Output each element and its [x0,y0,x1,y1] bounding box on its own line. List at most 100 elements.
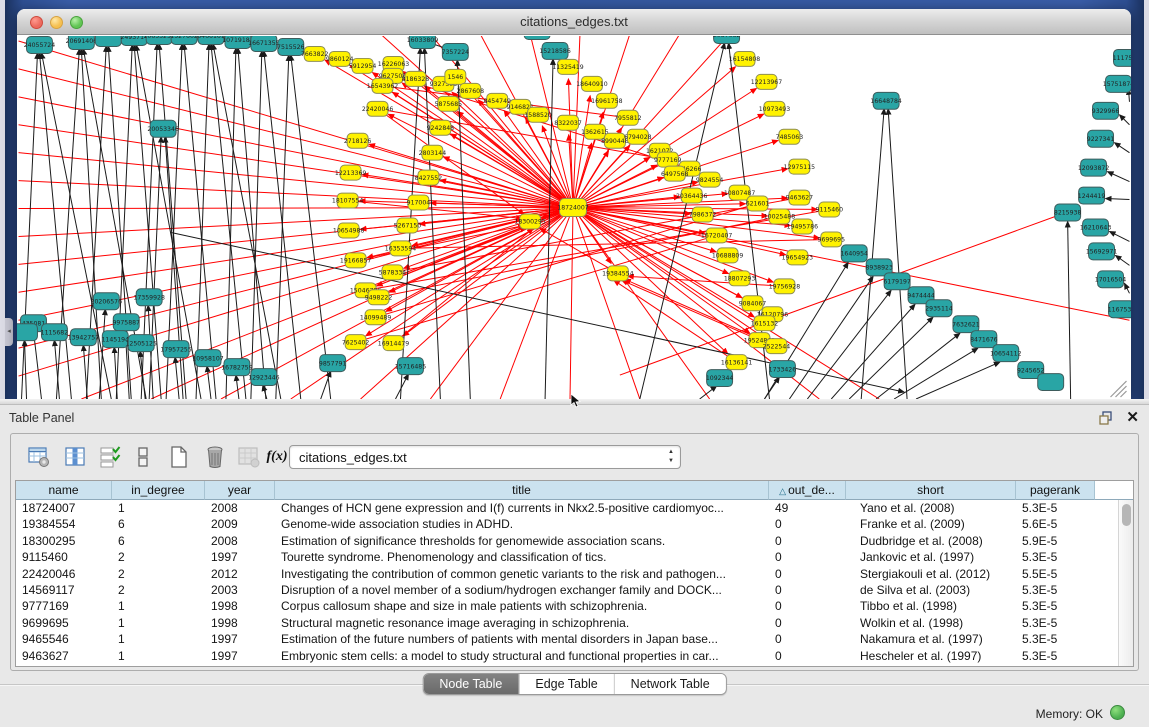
network-window[interactable]: citations_edges.txt 24055724206914062493… [17,9,1131,399]
graph-node[interactable]: 18724007 [557,199,588,217]
graph-node[interactable]: 2867608 [457,83,485,98]
graph-node[interactable]: 5878334 [379,265,407,280]
graph-node[interactable]: 12213967 [751,74,782,89]
graph-node[interactable]: 1615132 [751,316,779,331]
graph-node[interactable]: 16914479 [378,336,409,351]
graph-node[interactable]: 6497568 [661,166,689,181]
graph-node[interactable]: 7357224 [442,43,470,60]
graph-node[interactable]: 20206576 [91,293,122,310]
graph-node[interactable]: 2803144 [419,145,447,160]
table-selector-combobox[interactable]: citations_edges.txt ▲▼ [289,445,681,469]
graph-node[interactable]: 20053346 [147,120,178,137]
graph-node[interactable]: 16961758 [591,93,622,108]
graph-node[interactable]: 17957255 [160,341,191,358]
graph-node[interactable]: 18640910 [576,76,607,91]
graph-node[interactable]: 8215938 [1054,204,1082,221]
table-row[interactable]: 969969511998Structural magnetic resonanc… [16,615,1118,631]
graph-node[interactable]: 16648784 [870,92,901,109]
column-header-out_degree[interactable]: △out_de... [769,481,846,500]
new-document-button[interactable] [163,441,195,473]
graph-node[interactable] [1038,374,1064,391]
graph-node[interactable]: 9115460 [816,202,844,217]
graph-node[interactable]: 19495786 [787,219,818,234]
table-row[interactable]: 977716911998Corpus callosum shape and si… [16,598,1118,614]
graph-node[interactable]: 17016504 [1095,271,1126,288]
graph-node[interactable]: 19756928 [769,279,800,294]
graph-node[interactable]: 7663822 [301,46,329,61]
graph-node[interactable]: 12975115 [784,159,815,174]
column-header-pagerank[interactable]: pagerank [1016,481,1095,500]
column-header-title[interactable]: title [275,481,769,500]
memory-status-indicator[interactable] [1110,705,1125,720]
graph-node[interactable]: 6794028 [624,129,652,144]
table-row[interactable]: 1938455462009Genome-wide association stu… [16,516,1118,532]
graph-node[interactable]: 17359928 [133,289,164,306]
column-header-in_degree[interactable]: in_degree [112,481,205,500]
graph-node[interactable]: 12505125 [125,335,156,352]
graph-node[interactable]: 9242848 [427,120,455,135]
node-table[interactable]: namein_degreeyeartitle△out_de...shortpag… [15,480,1134,667]
graph-node[interactable]: 7986372 [689,207,717,222]
graph-node[interactable]: 16136141 [721,355,752,370]
collapse-west-panel-tab[interactable]: ◂ [5,318,13,346]
graph-node[interactable]: 24055724 [24,36,55,53]
select-rows-button[interactable] [94,441,126,473]
graph-node[interactable]: 16782759 [221,359,252,376]
graph-node[interactable]: 9084067 [739,296,767,311]
vertical-scrollbar[interactable] [1118,500,1133,666]
graph-node[interactable]: 15716485 [395,358,426,375]
graph-node[interactable]: 917004 [407,195,431,210]
graph-node[interactable]: 1546 [445,69,466,84]
graph-node[interactable]: 9498222 [365,290,393,305]
graph-node[interactable]: 2935114 [925,300,953,317]
graph-node[interactable]: 10654988 [333,223,364,238]
graph-node[interactable]: 15218586 [539,42,570,59]
graph-node[interactable]: 9857791 [319,355,347,372]
graph-node[interactable]: 8471676 [970,331,998,348]
graph-node[interactable]: 12093872 [1078,159,1109,176]
graph-node[interactable]: 1527602 [170,36,198,44]
graph-node[interactable]: 9227341 [1087,130,1115,147]
graph-node[interactable]: 1640954 [840,245,868,262]
graph-node[interactable]: 16671355 [248,36,279,51]
table-row[interactable]: 911546021997Tourette syndrome. Phenomeno… [16,549,1118,565]
table-row[interactable]: 1456911722003Disruption of a novel membe… [16,582,1118,598]
graph-node[interactable]: 5875685 [435,96,463,111]
graph-node[interactable]: 16033809 [407,36,438,48]
graph-node[interactable]: 8322037 [554,115,582,130]
graph-node[interactable]: 13942757 [68,329,99,346]
graph-node[interactable]: 10025488 [764,209,795,224]
graph-node[interactable]: 7955812 [614,110,642,125]
table-settings-button[interactable] [23,441,55,473]
select-columns-button[interactable] [59,441,91,473]
graph-node[interactable]: 10654112 [990,345,1021,362]
graph-node[interactable]: 1588520 [524,107,552,122]
graph-node[interactable]: 9824554 [696,172,724,187]
float-window-icon[interactable] [1097,410,1115,426]
graph-node[interactable]: 18807293 [724,271,755,286]
graph-node[interactable]: 6179197 [883,273,911,290]
graph-node[interactable]: 5912954 [349,58,377,73]
tab-edge-table[interactable]: Edge Table [518,674,613,694]
graph-node[interactable]: 7632621 [952,316,980,333]
graph-node[interactable]: 20691406 [66,36,97,49]
graph-node[interactable]: 2718126 [344,133,372,148]
column-header-short[interactable]: short [846,481,1016,500]
graph-node[interactable]: 12213369 [335,165,366,180]
graph-node[interactable]: 15692971 [1086,243,1117,260]
graph-node[interactable]: 1117523 [1113,49,1131,66]
graph-node[interactable]: 10958107 [192,350,223,367]
column-header-year[interactable]: year [205,481,275,500]
network-window-titlebar[interactable]: citations_edges.txt [17,9,1131,35]
tab-network-table[interactable]: Network Table [614,674,726,694]
graph-node[interactable] [95,36,121,46]
graph-node[interactable]: 1244419 [1078,187,1106,204]
table-row[interactable]: 946554611997Estimation of the future num… [16,631,1118,647]
graph-node[interactable] [17,324,37,341]
graph-node[interactable]: 7485063 [776,129,804,144]
graph-node[interactable]: 9699695 [818,232,846,247]
graph-node[interactable]: 9463627 [786,190,814,205]
graph-node[interactable]: 5267150 [394,218,422,233]
graph-node[interactable]: 8813054 [523,36,551,39]
graph-node[interactable]: 16210643 [1080,219,1111,236]
